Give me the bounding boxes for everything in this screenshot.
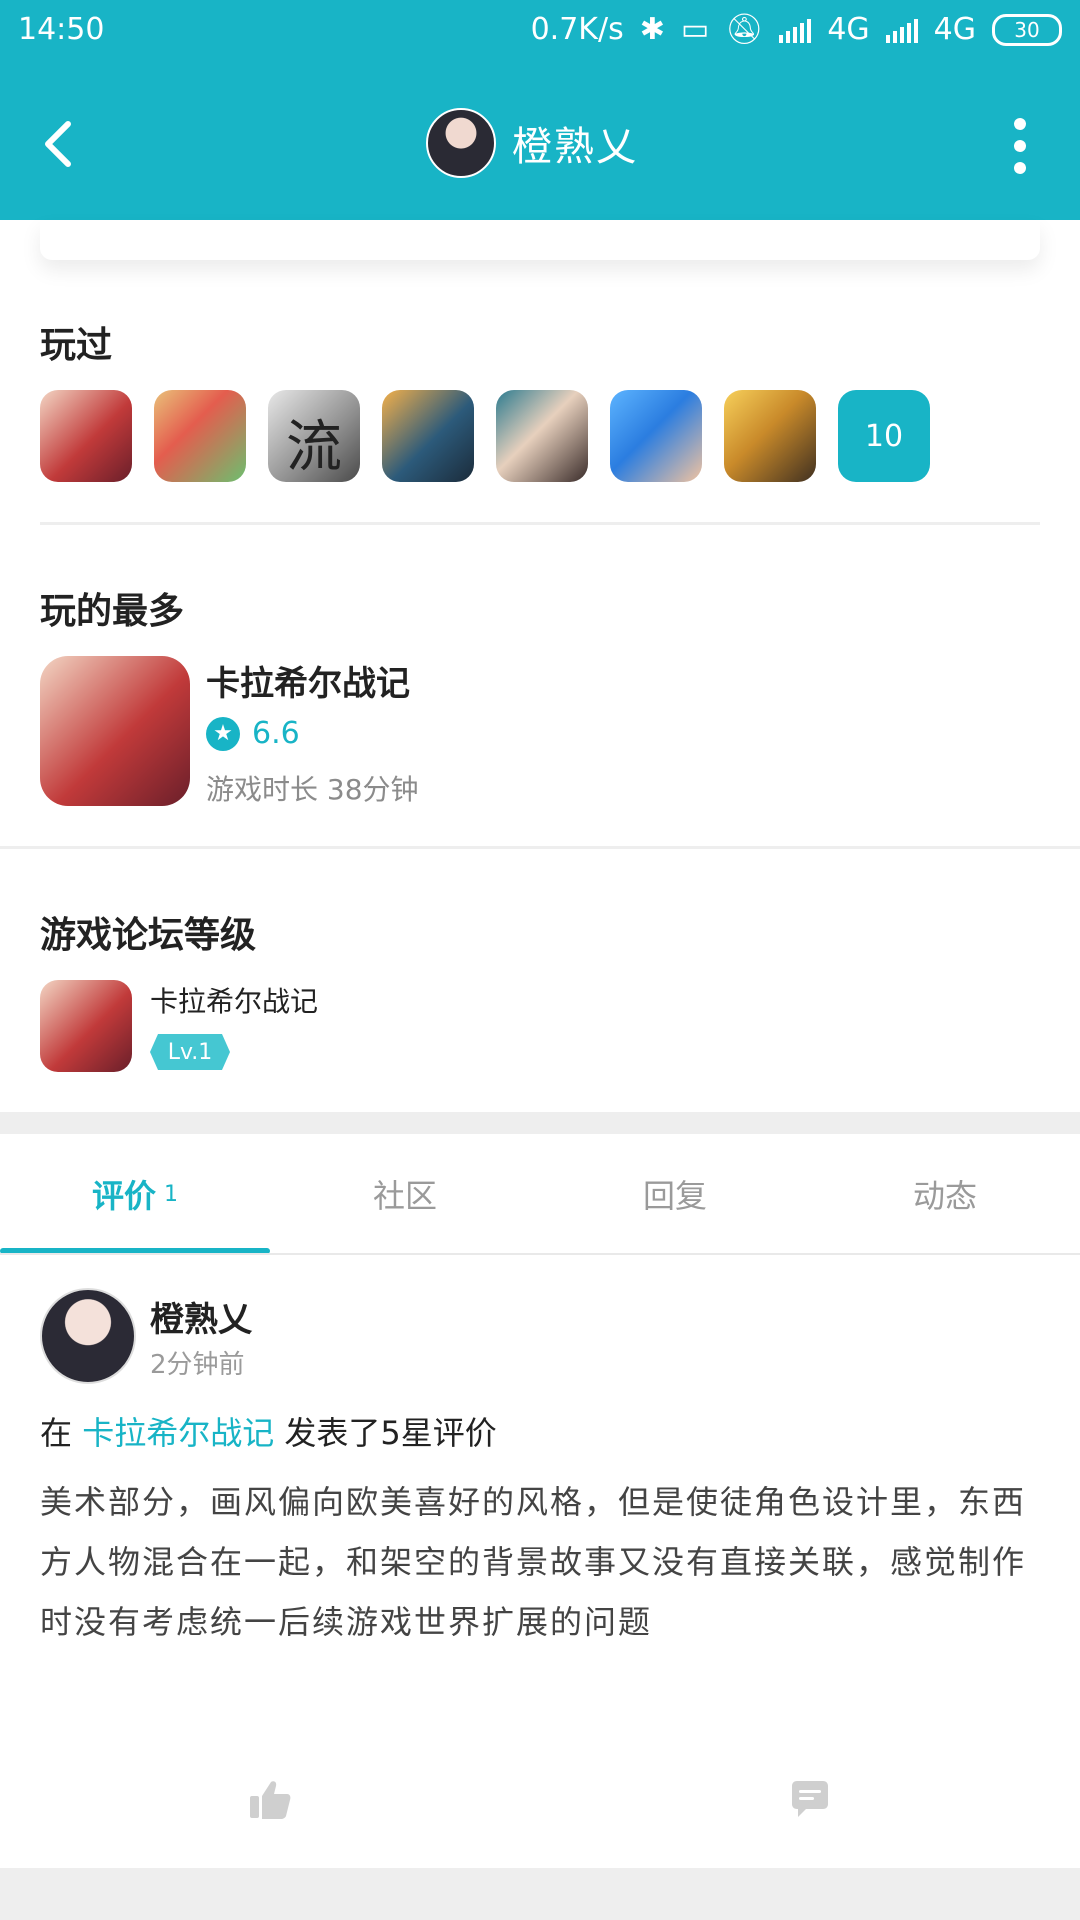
forum-game-icon[interactable] [40, 980, 132, 1072]
rating-value: 6.6 [252, 716, 300, 751]
post-body[interactable]: 美术部分，画风偏向欧美喜好的风格，但是使徒角色设计里，东西方人物混合在一起，和架… [40, 1472, 1040, 1652]
app-bar: 14:50 0.7K/s ✱ ▭ 🔕︎ 4G 4G 30 橙熟乂 [0, 0, 1080, 220]
game-icon[interactable] [40, 390, 132, 482]
back-arrow-icon[interactable] [36, 118, 88, 170]
most-played-game-name[interactable]: 卡拉希尔战记 [206, 656, 410, 705]
status-indicators: 0.7K/s ✱ ▭ 🔕︎ 4G 4G 30 [531, 12, 1062, 47]
star-icon: ★ [206, 716, 240, 751]
tab-community[interactable]: 社区 [270, 1134, 540, 1254]
game-icon[interactable] [724, 390, 816, 482]
avatar [426, 108, 496, 178]
more-menu-icon[interactable] [1010, 118, 1030, 174]
mute-bell-icon: 🔕︎ [725, 12, 764, 47]
forum-level-title: 游戏论坛等级 [40, 915, 257, 956]
signal-icon [779, 17, 812, 43]
post-headline: 在 卡拉希尔战记 发表了5星评价 [40, 1408, 497, 1454]
post-prefix: 在 [40, 1414, 73, 1452]
game-icon[interactable] [610, 390, 702, 482]
section-separator [0, 1112, 1080, 1134]
bottom-separator [0, 1868, 1080, 1920]
net-speed: 0.7K/s [530, 12, 624, 47]
tab-count: 1 [164, 1181, 178, 1207]
divider [40, 522, 1040, 525]
game-icon[interactable] [496, 390, 588, 482]
status-time: 14:50 [18, 12, 105, 47]
battery-icon: 30 [992, 13, 1062, 46]
header-user[interactable]: 橙熟乂 [426, 108, 638, 178]
more-games-badge[interactable]: 10 [838, 390, 930, 482]
forum-game-name[interactable]: 卡拉希尔战记 [150, 980, 318, 1020]
tab-reviews[interactable]: 评价 1 [0, 1134, 270, 1254]
playtime: 游戏时长 38分钟 [206, 773, 419, 806]
post-time: 2分钟前 [150, 1350, 245, 1380]
game-icon[interactable]: 流 [268, 390, 360, 482]
net-type-1: 4G [827, 12, 870, 47]
played-games-row: 流 10 [40, 390, 930, 482]
most-played-game-icon[interactable] [40, 656, 190, 806]
profile-card-bottom [40, 220, 1040, 260]
tabs: 评价 1 社区 回复 动态 [0, 1134, 1080, 1254]
nav-bar: 橙熟乂 [0, 64, 1080, 220]
vibrate-icon: ▭ [680, 12, 710, 47]
signal-icon-2 [885, 17, 918, 43]
post-suffix: 发表了5星评价 [284, 1414, 497, 1452]
page-title: 橙熟乂 [512, 124, 638, 170]
level-badge: Lv.1 [150, 1034, 230, 1070]
tab-label: 社区 [372, 1177, 437, 1215]
rating: ★ 6.6 [206, 716, 300, 751]
thumbs-up-icon[interactable] [248, 1778, 292, 1822]
divider [0, 1253, 1080, 1255]
post-author-avatar[interactable] [40, 1288, 136, 1384]
game-3-glyph: 流 [286, 415, 342, 480]
played-title: 玩过 [40, 325, 113, 366]
tab-label: 评价 [91, 1177, 156, 1215]
game-icon[interactable] [154, 390, 246, 482]
tab-activity[interactable]: 动态 [810, 1134, 1080, 1254]
tab-label: 回复 [642, 1177, 707, 1215]
game-icon[interactable] [382, 390, 474, 482]
divider [0, 846, 1080, 849]
status-bar: 14:50 0.7K/s ✱ ▭ 🔕︎ 4G 4G 30 [0, 0, 1080, 64]
most-played-title: 玩的最多 [40, 591, 185, 632]
post-game-link[interactable]: 卡拉希尔战记 [82, 1414, 274, 1452]
bluetooth-icon: ✱ [639, 12, 665, 47]
comment-icon[interactable] [788, 1778, 832, 1822]
post-author-name[interactable]: 橙熟乂 [150, 1292, 252, 1341]
tab-label: 动态 [912, 1177, 977, 1215]
net-type-2: 4G [933, 12, 976, 47]
tab-replies[interactable]: 回复 [540, 1134, 810, 1254]
